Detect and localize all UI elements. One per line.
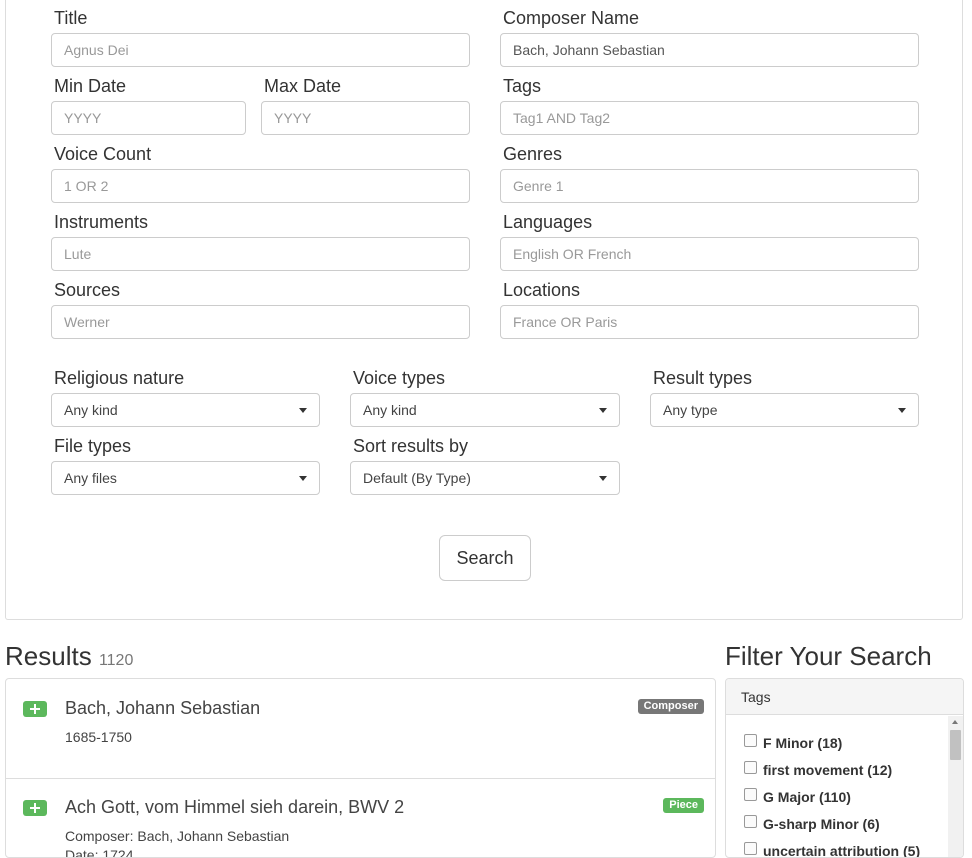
- languages-label: Languages: [503, 212, 593, 232]
- tag-label[interactable]: first movement (12): [763, 762, 892, 778]
- locations-label: Locations: [503, 280, 581, 300]
- sources-input[interactable]: [51, 305, 470, 339]
- results-heading: Results 1120: [5, 641, 133, 676]
- results-title: Results: [5, 641, 92, 671]
- filter-heading: Filter Your Search: [725, 641, 932, 671]
- tag-list-scrollbar[interactable]: [948, 716, 963, 857]
- religious-nature-select[interactable]: Any kind: [51, 393, 320, 427]
- sort-results-value: Default (By Type): [363, 470, 471, 486]
- tag-checkbox[interactable]: [744, 734, 757, 747]
- result-types-select[interactable]: Any type: [650, 393, 919, 427]
- genres-label: Genres: [503, 144, 563, 164]
- scrollbar-thumb[interactable]: [950, 730, 961, 760]
- plus-icon[interactable]: [23, 800, 47, 816]
- max-date-label: Max Date: [264, 76, 342, 96]
- result-item[interactable]: Ach Gott, vom Himmel sieh darein, BWV 2 …: [6, 779, 715, 858]
- min-date-input[interactable]: [51, 101, 246, 135]
- min-date-label: Min Date: [54, 76, 127, 96]
- composer-name-input[interactable]: [500, 33, 919, 67]
- result-composer: Composer: Bach, Johann Sebastian: [65, 828, 290, 844]
- locations-input[interactable]: [500, 305, 919, 339]
- plus-icon[interactable]: [23, 701, 47, 717]
- tag-label[interactable]: G-sharp Minor (6): [763, 816, 880, 832]
- title-label: Title: [54, 8, 88, 28]
- instruments-input[interactable]: [51, 237, 470, 271]
- sort-results-label: Sort results by: [353, 436, 469, 456]
- caret-down-icon: [299, 408, 307, 413]
- result-types-label: Result types: [653, 368, 753, 388]
- tag-checkbox[interactable]: [744, 842, 757, 855]
- religious-nature-label: Religious nature: [54, 368, 185, 388]
- languages-input[interactable]: [500, 237, 919, 271]
- religious-nature-value: Any kind: [64, 402, 118, 418]
- caret-down-icon: [599, 476, 607, 481]
- max-date-input[interactable]: [261, 101, 470, 135]
- tag-checkbox[interactable]: [744, 815, 757, 828]
- scroll-up-arrow-icon[interactable]: [952, 720, 958, 724]
- search-button[interactable]: Search: [439, 535, 531, 581]
- file-types-select[interactable]: Any files: [51, 461, 320, 495]
- instruments-label: Instruments: [54, 212, 149, 232]
- genres-input[interactable]: [500, 169, 919, 203]
- voice-count-input[interactable]: [51, 169, 470, 203]
- composer-name-label: Composer Name: [503, 8, 640, 28]
- result-types-value: Any type: [663, 402, 718, 418]
- results-count: 1120: [98, 652, 134, 669]
- filter-panel-title: Tags: [726, 679, 963, 715]
- results-list: Bach, Johann Sebastian Composer 1685-175…: [5, 678, 716, 858]
- title-input[interactable]: [51, 33, 470, 67]
- result-item[interactable]: Bach, Johann Sebastian Composer 1685-175…: [6, 679, 715, 779]
- voice-count-label: Voice Count: [54, 144, 152, 164]
- voice-types-select[interactable]: Any kind: [350, 393, 620, 427]
- result-title[interactable]: Ach Gott, vom Himmel sieh darein, BWV 2: [65, 796, 404, 818]
- tag-checkbox[interactable]: [744, 788, 757, 801]
- sort-results-select[interactable]: Default (By Type): [350, 461, 620, 495]
- tag-label[interactable]: uncertain attribution (5): [763, 843, 920, 857]
- caret-down-icon: [599, 408, 607, 413]
- voice-types-label: Voice types: [353, 368, 446, 388]
- caret-down-icon: [299, 476, 307, 481]
- caret-down-icon: [898, 408, 906, 413]
- tags-label: Tags: [503, 76, 542, 96]
- result-date: Date: 1724: [65, 847, 134, 858]
- file-types-label: File types: [54, 436, 132, 456]
- type-badge-composer: Composer: [637, 699, 704, 714]
- result-title[interactable]: Bach, Johann Sebastian: [65, 697, 260, 719]
- tag-label[interactable]: G Major (110): [763, 789, 851, 805]
- file-types-value: Any files: [64, 470, 117, 486]
- tag-label[interactable]: F Minor (18): [763, 735, 842, 751]
- sources-label: Sources: [54, 280, 121, 300]
- tag-checkbox[interactable]: [744, 761, 757, 774]
- tags-input[interactable]: [500, 101, 919, 135]
- result-dates: 1685-1750: [65, 729, 132, 745]
- filter-panel: Tags F Minor (18) first movement (12) G …: [725, 678, 964, 858]
- voice-types-value: Any kind: [363, 402, 417, 418]
- type-badge-piece: Piece: [663, 798, 704, 813]
